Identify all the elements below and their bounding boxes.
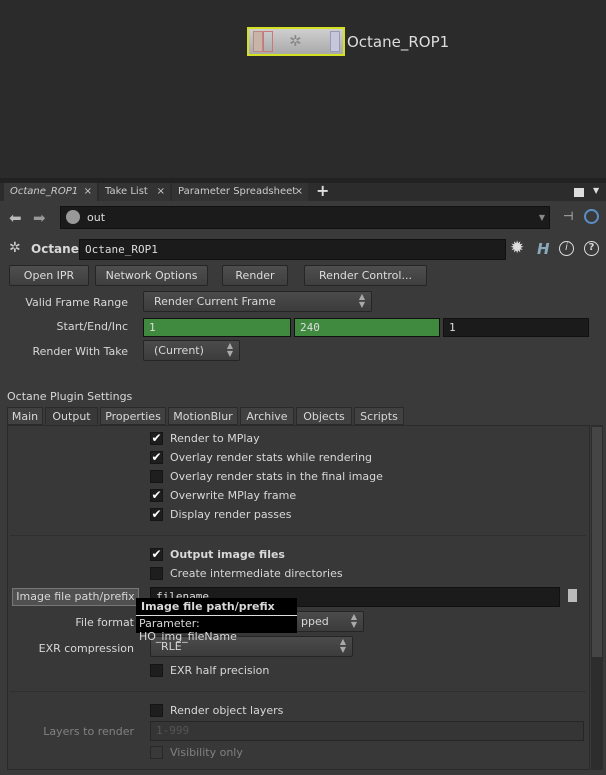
checkbox-label: Render to MPlay xyxy=(170,432,260,445)
display-render-passes-checkbox[interactable]: ✔ xyxy=(150,508,163,521)
updown-icon: ▲ ▼ xyxy=(358,292,365,309)
help-icon[interactable]: ? xyxy=(584,241,599,256)
dropdown-value: Render Current Frame xyxy=(154,295,276,308)
scrollbar[interactable] xyxy=(591,425,603,770)
checkbox-label: Output image files xyxy=(170,548,285,561)
tab-parameter-spreadsheet[interactable]: Parameter Spreadsheet × xyxy=(172,183,308,201)
start-frame-input[interactable]: 1 xyxy=(143,318,291,337)
overlay-stats-rendering-checkbox[interactable]: ✔ xyxy=(150,451,163,464)
node-type-label: Octane xyxy=(31,242,79,256)
increment-input[interactable]: 1 xyxy=(443,318,589,337)
octane-node-icon[interactable]: ✲ xyxy=(9,240,21,256)
updown-icon: ▲ ▼ xyxy=(339,637,346,654)
tooltip: Image file path/prefix Parameter: HO_img… xyxy=(136,598,297,643)
render-with-take-label: Render With Take xyxy=(32,345,128,358)
tab-properties[interactable]: Properties xyxy=(100,407,166,425)
render-to-mplay-checkbox[interactable]: ✔ xyxy=(150,432,163,445)
overwrite-mplay-frame-checkbox[interactable]: ✔ xyxy=(150,489,163,502)
checkbox-label: Overlay render stats in the final image xyxy=(170,470,383,483)
pin-icon[interactable]: ⊣ xyxy=(563,209,573,223)
section-title: Octane Plugin Settings xyxy=(7,390,133,403)
dropdown-value: (Current) xyxy=(154,344,204,357)
render-control-button[interactable]: Render Control... xyxy=(304,265,427,286)
scrollbar-thumb[interactable] xyxy=(592,427,602,657)
chevron-down-icon[interactable]: ▼ xyxy=(539,207,545,228)
render-object-layers-checkbox[interactable] xyxy=(150,704,163,717)
close-icon[interactable]: × xyxy=(295,183,303,201)
checkbox-label: Overlay render stats while rendering xyxy=(170,451,373,464)
create-intermediate-dirs-checkbox[interactable] xyxy=(150,567,163,580)
node-flag-display[interactable] xyxy=(330,31,340,52)
visibility-only-checkbox[interactable] xyxy=(150,746,163,759)
node-name-input[interactable]: Octane_ROP1 xyxy=(79,239,506,260)
forward-arrow-icon[interactable]: ➡ xyxy=(33,209,46,227)
tab-label: Parameter Spreadsheet xyxy=(178,186,297,197)
tab-take-list[interactable]: Take List × xyxy=(99,183,170,201)
rop-node[interactable]: ✲ xyxy=(247,27,345,56)
tab-scripts[interactable]: Scripts xyxy=(354,407,404,425)
chevron-down-icon[interactable]: ▼ xyxy=(593,186,599,195)
valid-frame-range-label: Valid Frame Range xyxy=(25,296,128,309)
network-options-button[interactable]: Network Options xyxy=(95,265,208,286)
checkbox-label: Create intermediate directories xyxy=(170,567,343,580)
checkbox-label: Render object layers xyxy=(170,704,284,717)
tooltip-body: Parameter: HO_img_fileName xyxy=(139,617,237,643)
node-flag-bypass[interactable] xyxy=(263,31,273,52)
exr-compression-label: EXR compression xyxy=(38,642,134,655)
exr-half-precision-checkbox[interactable] xyxy=(150,664,163,677)
tab-motionblur[interactable]: MotionBlur xyxy=(168,407,238,425)
tab-main[interactable]: Main xyxy=(7,407,43,425)
separator xyxy=(10,691,586,692)
render-button[interactable]: Render xyxy=(222,265,288,286)
checkbox-label: Overwrite MPlay frame xyxy=(170,489,297,502)
pane-menu-icon[interactable] xyxy=(574,188,584,197)
file-browse-icon[interactable] xyxy=(568,589,577,602)
overlay-stats-final-checkbox[interactable] xyxy=(150,470,163,483)
tab-octane-rop[interactable]: Octane_ROP1 × xyxy=(4,183,97,201)
end-frame-input[interactable]: 240 xyxy=(294,318,440,337)
layers-to-render-input[interactable]: 1-999 xyxy=(150,721,584,741)
separator xyxy=(10,535,586,536)
valid-frame-range-dropdown[interactable]: Render Current Frame ▲ ▼ xyxy=(143,291,372,312)
tab-archive[interactable]: Archive xyxy=(240,407,294,425)
dropdown-value: pped xyxy=(301,615,329,628)
checkbox-label: Display render passes xyxy=(170,508,292,521)
file-format-label: File format xyxy=(75,616,134,629)
path-value: out xyxy=(87,211,106,224)
checkbox-label: EXR half precision xyxy=(170,664,270,677)
network-icon xyxy=(66,210,80,224)
octane-icon: ✲ xyxy=(289,32,302,50)
close-icon[interactable]: × xyxy=(157,183,165,201)
image-file-path-label-button[interactable]: Image file path/prefix xyxy=(12,588,139,606)
node-flag-left[interactable] xyxy=(253,31,263,52)
tab-output[interactable]: Output xyxy=(45,407,98,425)
tab-objects[interactable]: Objects xyxy=(296,407,352,425)
render-with-take-dropdown[interactable]: (Current) ▲ ▼ xyxy=(143,340,240,361)
start-end-inc-label: Start/End/Inc xyxy=(56,320,128,333)
tooltip-title: Image file path/prefix xyxy=(136,598,297,616)
back-arrow-icon[interactable]: ⬅ xyxy=(9,209,22,227)
path-field[interactable]: out ▼ xyxy=(60,206,550,229)
open-ipr-button[interactable]: Open IPR xyxy=(9,265,89,286)
tab-label: Take List xyxy=(105,186,148,197)
gear-icon[interactable]: ✹ xyxy=(510,238,524,258)
layers-to-render-label: Layers to render xyxy=(43,725,134,738)
add-tab-button[interactable]: + xyxy=(316,181,329,200)
node-label: Octane_ROP1 xyxy=(347,33,450,51)
network-view[interactable]: ✲ Octane_ROP1 xyxy=(0,0,606,178)
info-icon[interactable]: i xyxy=(559,241,574,256)
tab-label: Octane_ROP1 xyxy=(10,186,79,197)
link-icon[interactable] xyxy=(584,209,599,224)
output-image-files-checkbox[interactable]: ✔ xyxy=(150,548,163,561)
updown-icon: ▲ ▼ xyxy=(226,341,233,358)
updown-icon: ▲ ▼ xyxy=(350,612,357,629)
close-icon[interactable]: × xyxy=(84,183,92,201)
houdini-help-icon[interactable]: H xyxy=(537,240,550,258)
checkbox-label: Visibility only xyxy=(170,746,243,759)
